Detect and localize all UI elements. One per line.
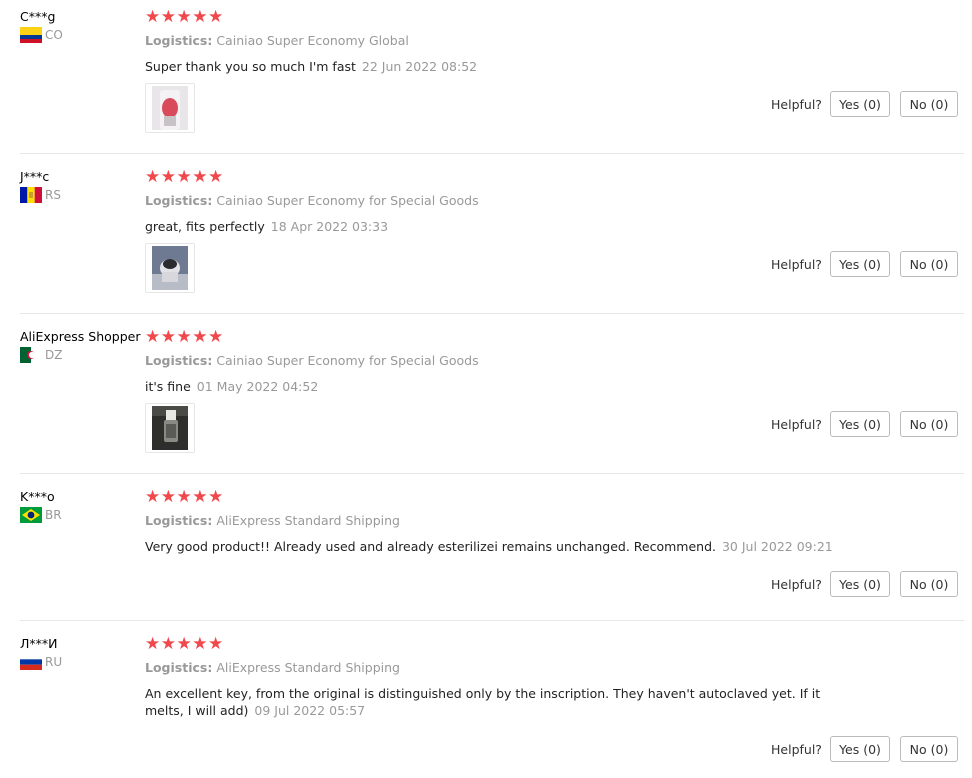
review-body: An excellent key, from the original is d… [145, 686, 821, 718]
helpful-yes-button[interactable]: Yes (0) [830, 571, 890, 597]
review-date: 09 Jul 2022 05:57 [254, 703, 366, 718]
helpful-yes-button[interactable]: Yes (0) [830, 411, 890, 437]
feedback-item: J***c RS ★★★★★ Logistics: Cainiao Super … [0, 160, 972, 313]
review-date: 18 Apr 2022 03:33 [270, 219, 389, 234]
helpful-yes-button[interactable]: Yes (0) [830, 251, 890, 277]
reviewer-country: RU [20, 654, 62, 670]
reviewer-country: DZ [20, 347, 62, 363]
review-photo-thumbnail[interactable] [145, 243, 195, 293]
star-rating: ★★★★★ [145, 167, 224, 187]
country-code: BR [45, 508, 62, 522]
flag-rs-icon [20, 187, 42, 203]
review-body: great, fits perfectly [145, 219, 265, 234]
reviewer-country: BR [20, 507, 62, 523]
review-divider [20, 620, 964, 621]
helpful-label: Helpful? [771, 577, 822, 592]
logistics-label: Logistics: [145, 353, 213, 368]
review-divider [20, 473, 964, 474]
reviewer-name: C***g [20, 9, 56, 24]
review-text: Very good product!! Already used and alr… [145, 538, 860, 555]
country-code: DZ [45, 348, 63, 362]
logistics-info: Logistics: Cainiao Super Economy Global [145, 33, 409, 48]
review-photo-thumbnail[interactable] [145, 83, 195, 133]
helpful-no-button[interactable]: No (0) [900, 251, 958, 277]
review-text: great, fits perfectly 18 Apr 2022 03:33 [145, 218, 860, 235]
review-photo-thumbnail[interactable] [145, 403, 195, 453]
feedback-item: Л***И RU ★★★★★ Logistics: AliExpress Sta… [0, 627, 972, 778]
helpful-no-button[interactable]: No (0) [900, 736, 958, 762]
logistics-info: Logistics: Cainiao Super Economy for Spe… [145, 353, 479, 368]
reviewer-name: Л***И [20, 636, 58, 651]
star-rating: ★★★★★ [145, 7, 224, 27]
helpful-yes-button[interactable]: Yes (0) [830, 91, 890, 117]
helpful-yes-button[interactable]: Yes (0) [830, 736, 890, 762]
logistics-method: AliExpress Standard Shipping [216, 660, 400, 675]
review-photo [152, 86, 188, 130]
logistics-method: Cainiao Super Economy Global [216, 33, 409, 48]
review-text: An excellent key, from the original is d… [145, 685, 860, 719]
logistics-info: Logistics: AliExpress Standard Shipping [145, 513, 400, 528]
logistics-method: Cainiao Super Economy for Special Goods [216, 353, 479, 368]
flag-algeria-icon [20, 347, 42, 363]
flag-russia-icon [20, 654, 42, 670]
feedback-item: C***g CO ★★★★★ Logistics: Cainiao Super … [0, 0, 972, 153]
review-date: 30 Jul 2022 09:21 [721, 539, 833, 554]
review-body: it's fine [145, 379, 191, 394]
reviewer-name: AliExpress Shopper [20, 329, 141, 344]
review-text: it's fine 01 May 2022 04:52 [145, 378, 860, 395]
review-date: 22 Jun 2022 08:52 [361, 59, 478, 74]
logistics-label: Logistics: [145, 513, 213, 528]
reviewer-name: K***o [20, 489, 55, 504]
logistics-info: Logistics: Cainiao Super Economy for Spe… [145, 193, 479, 208]
helpful-label: Helpful? [771, 417, 822, 432]
review-photo [152, 406, 188, 450]
review-text: Super thank you so much I'm fast 22 Jun 2… [145, 58, 860, 75]
helpful-label: Helpful? [771, 257, 822, 272]
helpful-label: Helpful? [771, 742, 822, 757]
star-rating: ★★★★★ [145, 327, 224, 347]
logistics-label: Logistics: [145, 660, 213, 675]
review-date: 01 May 2022 04:52 [196, 379, 319, 394]
logistics-info: Logistics: AliExpress Standard Shipping [145, 660, 400, 675]
flag-brazil-icon [20, 507, 42, 523]
helpful-no-button[interactable]: No (0) [900, 571, 958, 597]
logistics-method: Cainiao Super Economy for Special Goods [216, 193, 479, 208]
reviewer-name: J***c [20, 169, 50, 184]
review-body: Very good product!! Already used and alr… [145, 539, 716, 554]
helpful-no-button[interactable]: No (0) [900, 91, 958, 117]
review-divider [20, 313, 964, 314]
helpful-label: Helpful? [771, 97, 822, 112]
helpful-no-button[interactable]: No (0) [900, 411, 958, 437]
logistics-method: AliExpress Standard Shipping [216, 513, 400, 528]
logistics-label: Logistics: [145, 33, 213, 48]
reviewer-country: RS [20, 187, 61, 203]
review-photo [152, 246, 188, 290]
country-code: RS [45, 188, 61, 202]
country-code: RU [45, 655, 63, 669]
review-body: Super thank you so much I'm fast [145, 59, 356, 74]
reviewer-country: CO [20, 27, 63, 43]
logistics-label: Logistics: [145, 193, 213, 208]
feedback-item: AliExpress Shopper DZ ★★★★★ Logistics: C… [0, 320, 972, 473]
review-divider [20, 153, 964, 154]
flag-colombia-icon [20, 27, 42, 43]
star-rating: ★★★★★ [145, 634, 224, 654]
country-code: CO [45, 28, 63, 42]
feedback-item: K***o BR ★★★★★ Logistics: AliExpress Sta… [0, 480, 972, 620]
star-rating: ★★★★★ [145, 487, 224, 507]
